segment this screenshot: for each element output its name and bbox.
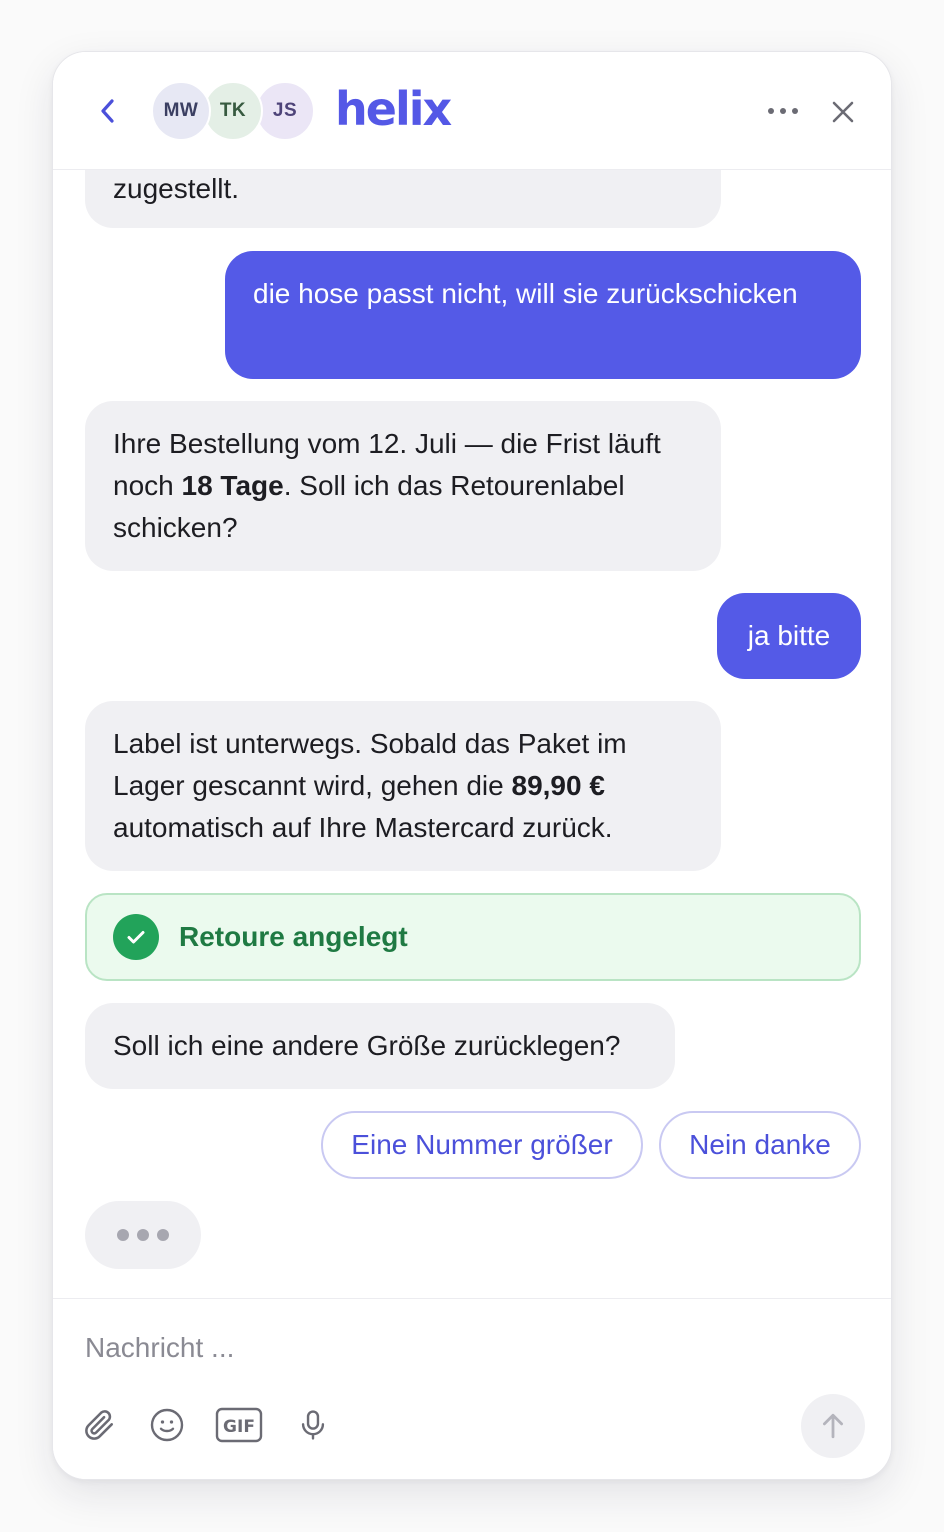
more-options-button[interactable] [761, 94, 805, 128]
send-button[interactable] [801, 1394, 865, 1458]
avatar: TK [203, 81, 263, 141]
chevron-left-icon [101, 99, 114, 123]
arrow-up-icon [822, 1413, 844, 1439]
brand-logo: helix [335, 82, 452, 136]
user-message: ja bitte [717, 593, 861, 679]
voice-button[interactable] [293, 1405, 333, 1445]
user-message: die hose passt nicht, will sie zurücksch… [225, 251, 861, 379]
microphone-icon [301, 1410, 325, 1440]
message-text: Soll ich eine andere Größe zurücklegen? [113, 1030, 621, 1061]
message-text: zugestellt. [113, 173, 240, 204]
gif-button[interactable]: GIF [215, 1405, 263, 1445]
typing-dot [157, 1229, 169, 1241]
chat-widget: zugestellt. die hose passt nicht, will s… [52, 51, 892, 1480]
gif-label: GIF [223, 1417, 255, 1437]
more-horizontal-icon [768, 108, 798, 114]
bot-message: Label ist unterwegs. Sobald das Paket im… [85, 701, 721, 871]
typing-dot [117, 1229, 129, 1241]
deadline-days: 18 Tage [181, 470, 284, 501]
composer: GIF [53, 1298, 891, 1479]
gif-icon: GIF [215, 1407, 263, 1443]
avatar: MW [151, 81, 211, 141]
message-thread[interactable]: zugestellt. die hose passt nicht, will s… [53, 52, 891, 1298]
bot-message: Ihre Bestellung vom 12. Juli — die Frist… [85, 401, 721, 571]
typing-dot [137, 1229, 149, 1241]
bot-message: Soll ich eine andere Größe zurücklegen? [85, 1003, 675, 1089]
chat-header: MW TK JS helix [53, 52, 891, 170]
message-text: ja bitte [747, 620, 831, 651]
status-banner: Retoure angelegt [85, 893, 861, 981]
quick-reply-button[interactable]: Eine Nummer größer [321, 1111, 643, 1179]
back-button[interactable] [89, 92, 127, 130]
message-text: die hose passt nicht, will sie zurücksch… [253, 278, 798, 309]
refund-amount: 89,90 € [511, 770, 605, 801]
close-button[interactable] [823, 92, 863, 132]
message-text: automatisch auf Ihre Mastercard zurück. [113, 812, 613, 843]
close-icon [832, 101, 854, 123]
smiley-icon [150, 1408, 184, 1442]
avatar: JS [255, 81, 315, 141]
paperclip-icon [85, 1410, 114, 1440]
check-circle-icon [113, 914, 159, 960]
attach-button[interactable] [79, 1405, 119, 1445]
typing-indicator [85, 1201, 201, 1269]
status-text: Retoure angelegt [179, 921, 408, 952]
quick-reply-button[interactable]: Nein danke [659, 1111, 861, 1179]
emoji-button[interactable] [147, 1405, 187, 1445]
message-input[interactable] [85, 1325, 785, 1371]
